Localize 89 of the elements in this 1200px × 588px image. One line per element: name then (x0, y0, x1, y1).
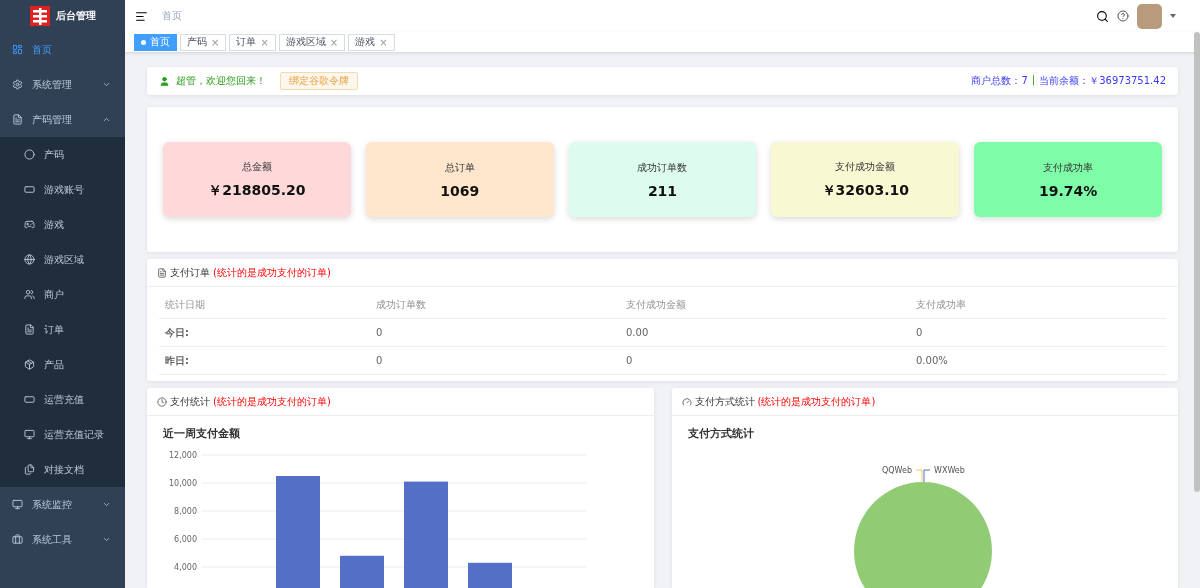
welcome-text: 超管，欢迎您回来！ (176, 74, 266, 88)
document-icon (12, 114, 23, 125)
panel-note: (统计的是成功支付的订单) (213, 265, 331, 280)
stat-label: 总订单 (444, 160, 475, 175)
tab[interactable]: 产码 × (180, 33, 227, 51)
sidebar-item[interactable]: 运营充值记录 (0, 417, 125, 452)
chart-bar (468, 562, 512, 588)
clock-icon (157, 396, 167, 407)
logo-text: 后台管理 (55, 9, 96, 23)
document-icon (24, 324, 35, 335)
axis-tick-label: 4,000 (174, 563, 197, 572)
stat-value: ￥218805.20 (208, 181, 306, 200)
panel-title: 支付统计 (170, 394, 210, 409)
pie-label: QQWeb (881, 466, 912, 475)
document-icon (157, 267, 167, 278)
sidebar-item[interactable]: 商户 (0, 277, 125, 312)
sidebar-item[interactable]: 游戏 (0, 207, 125, 242)
column-header: 支付成功率 (916, 297, 967, 312)
panel-title: 支付订单 (170, 265, 210, 280)
gamepad-icon (24, 219, 35, 230)
sidebar-item[interactable]: 游戏账号 (0, 172, 125, 207)
stat-label: 成功订单数 (637, 160, 688, 175)
sidebar-item[interactable]: 运营充值 (0, 382, 125, 417)
tab[interactable]: 订单 × (229, 33, 276, 51)
chart-title: 支付方式统计 (687, 426, 754, 441)
panel-note: (统计的是成功支付的订单) (757, 394, 876, 409)
table-cell-text: 今日: (165, 325, 190, 340)
column-header: 支付成功金额 (626, 297, 687, 312)
settings-icon (12, 79, 23, 90)
caret-icon[interactable] (1170, 14, 1176, 18)
chart-title: 近一周支付金额 (163, 426, 240, 441)
sidebar-item[interactable]: 首页 (0, 32, 125, 67)
table-cell-text: 0.00% (916, 355, 949, 366)
axis-tick-label: 6,000 (174, 535, 197, 544)
rectangle-icon (24, 184, 35, 195)
avatar-photo[interactable] (1137, 3, 1162, 29)
table-cell-text: 昨日: (165, 353, 190, 368)
tab[interactable]: 游戏 × (348, 33, 395, 51)
stat-value: 1069 (440, 182, 480, 199)
stat-value: ￥32603.10 (821, 181, 910, 200)
stat-label: 支付成功率 (1043, 160, 1094, 175)
globe-icon (24, 254, 35, 265)
rectangle-icon (24, 394, 35, 405)
briefcase-icon (12, 534, 23, 545)
logo-icon (29, 6, 50, 26)
merchant-count: 商户总数：7 (971, 74, 1028, 88)
sidebar-item[interactable]: 订单 (0, 312, 125, 347)
package-icon (24, 359, 35, 370)
table-cell-text: 0.00 (626, 327, 650, 338)
column-header: 成功订单数 (376, 297, 427, 312)
panel-note: (统计的是成功支付的订单) (213, 394, 331, 409)
stat-label: 总金额 (241, 159, 272, 174)
balance: 当前余额：￥36973751.42 (1039, 74, 1166, 88)
gauge-icon (681, 396, 692, 407)
pie-label: WXWeb (933, 466, 965, 475)
sidebar-item[interactable]: 游戏区域 (0, 242, 125, 277)
sidebar-item[interactable]: 系统工具 (0, 522, 125, 557)
dashboard-icon (12, 44, 23, 55)
scrollbar[interactable] (1194, 32, 1200, 492)
table-cell-text: 0 (916, 327, 924, 338)
ring-icon (24, 149, 35, 160)
sidebar-item[interactable]: 系统管理 (0, 67, 125, 102)
chart-bar (340, 555, 384, 588)
sidebar-item[interactable]: 产码 (0, 137, 125, 172)
table-cell-text: 0 (626, 355, 634, 366)
stat-value: 19.74% (1038, 182, 1098, 199)
search-icon[interactable] (1096, 9, 1109, 23)
sidebar-item[interactable]: 产码管理 (0, 102, 125, 137)
table-cell-text: 0 (376, 327, 384, 338)
axis-tick-label: 12,000 (169, 451, 197, 460)
tab[interactable]: 游戏区域 × (278, 33, 346, 51)
column-header: 统计日期 (165, 297, 206, 312)
monitor-icon (12, 499, 23, 510)
table-cell-text: 0 (376, 355, 384, 366)
sidebar-item[interactable]: 对接文档 (0, 452, 125, 487)
files-icon (24, 464, 35, 475)
sidebar-item[interactable]: 系统监控 (0, 487, 125, 522)
axis-tick-label: 10,000 (169, 479, 197, 488)
stat-label: 支付成功金额 (835, 159, 896, 174)
sidebar-item[interactable]: 产品 (0, 347, 125, 382)
user-icon (159, 75, 170, 87)
users-icon (24, 289, 35, 300)
monitor-icon (24, 429, 35, 440)
stat-value: 211 (647, 182, 678, 199)
separator: | (1031, 74, 1036, 88)
menu-icon[interactable] (135, 9, 148, 23)
help-icon[interactable] (1117, 10, 1129, 22)
axis-tick-label: 8,000 (174, 507, 197, 516)
panel-title: 支付方式统计 (694, 394, 755, 409)
